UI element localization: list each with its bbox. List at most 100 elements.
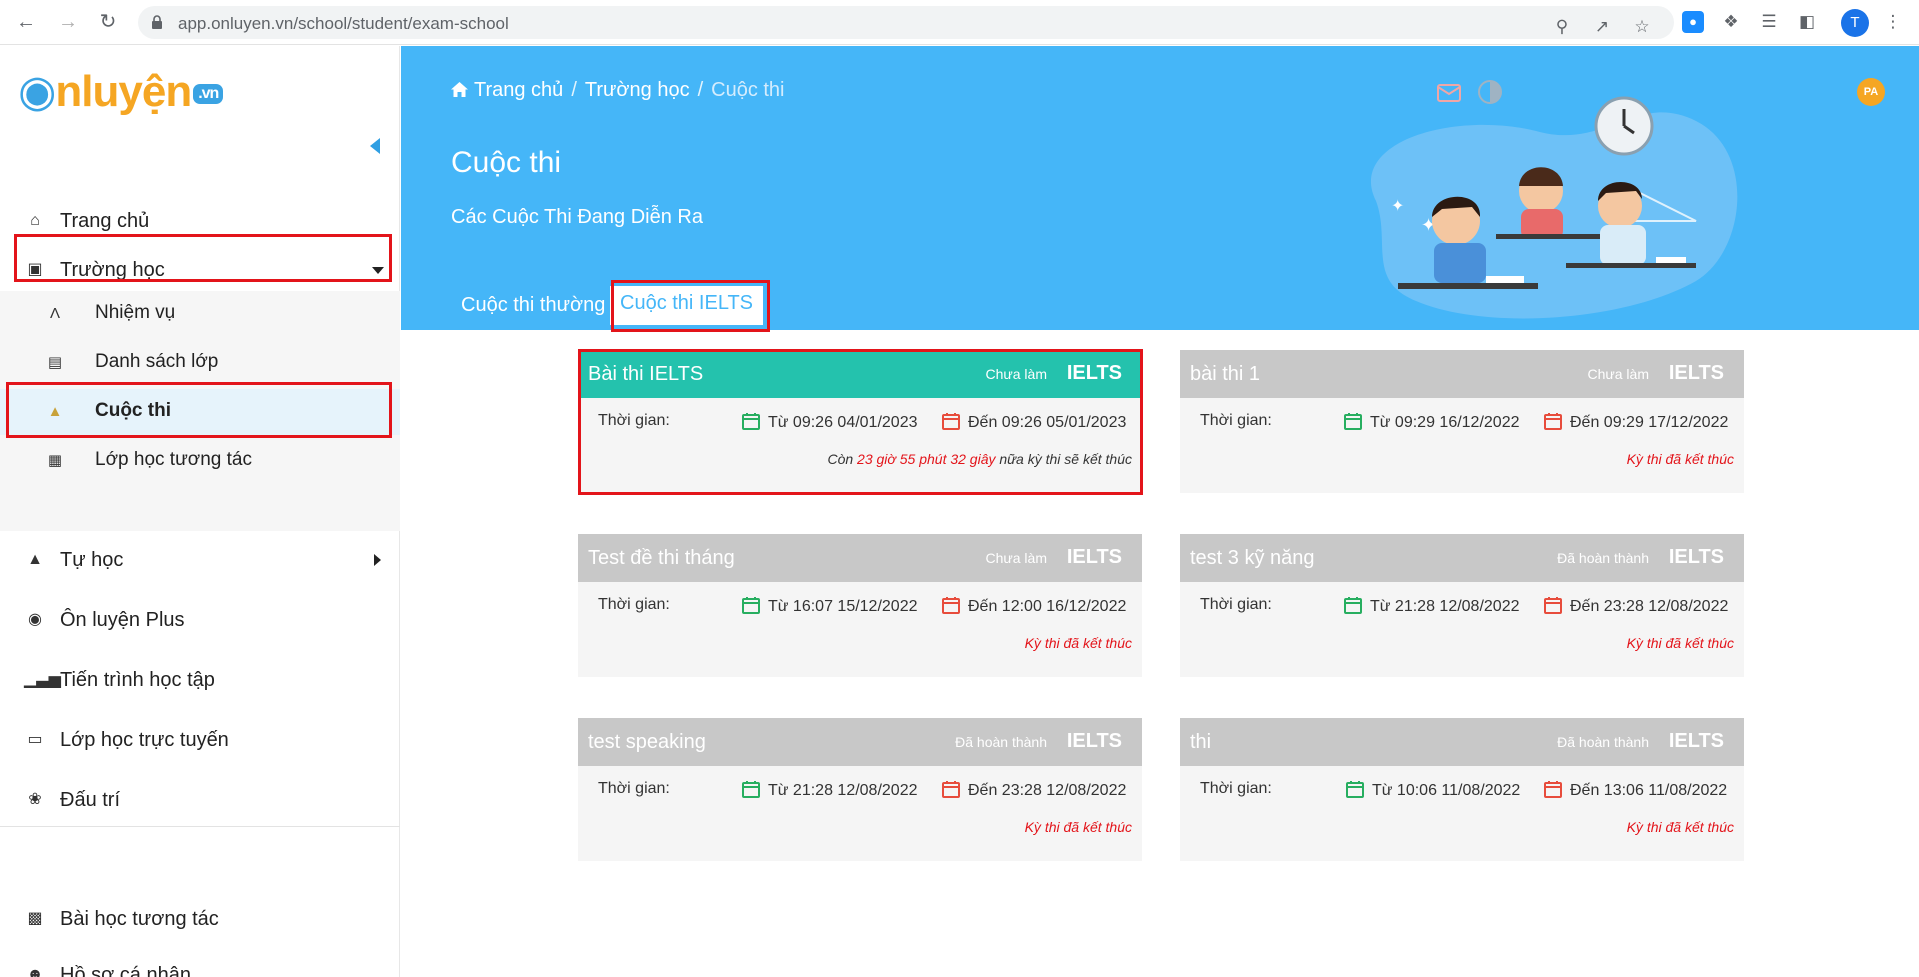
highlight-box [611,280,770,332]
sidebar-item-challenge[interactable]: ❀ Đấu trí [0,777,400,823]
exam-status: Đã hoàn thành [955,734,1047,750]
calendar-start-icon [742,781,760,798]
main-content: Trang chủ / Trường học / Cuộc thi Cuộc thi C… [401,46,1919,977]
exam-end-text: Đến 12:00 16/12/2022 [968,598,1127,615]
sidebar-divider [0,826,400,827]
exam-card-header: Test đề thi tháng Chưa làm IELTS [578,534,1142,582]
graduation-cap-icon: ▲ [27,551,43,568]
sidebar-subitem-label: Danh sách lớp [95,351,219,372]
breadcrumb-school[interactable]: Trường học [585,79,690,101]
time-label: Thời gian: [1200,596,1272,613]
sidebar-subitem-label: Nhiệm vụ [95,302,176,323]
exam-start-time: Từ 09:29 16/12/2022 [1344,412,1520,432]
share-icon[interactable]: ↗ [1592,17,1612,37]
sidebar-item-label: Tiến trình học tập [60,668,215,691]
sidebar: ◉nluyện .vn ⌂ Trang chủ ▣ Trường học Λ Nh… [0,46,400,977]
time-label: Thời gian: [1200,780,1272,797]
monitor-icon: ▭ [27,731,43,748]
breadcrumb-current: Cuộc thi [711,79,785,101]
exam-start-time: Từ 21:28 12/08/2022 [742,780,918,800]
sidebar-item-online-class[interactable]: ▭ Lớp học trực tuyến [0,717,400,763]
reload-icon[interactable]: ↻ [96,10,120,34]
exam-status: Chưa làm [1587,366,1649,382]
exam-title: test speaking [588,731,706,753]
exam-start-time: Từ 21:28 12/08/2022 [1344,596,1520,616]
forward-icon[interactable]: → [56,10,80,34]
extension-drop-icon[interactable]: ● [1682,11,1704,33]
exam-card[interactable]: thi Đã hoàn thành IELTS Thời gian: Từ 10… [1180,718,1744,861]
bookmark-star-icon[interactable]: ☆ [1632,17,1652,37]
sidebar-item-label: Lớp học trực tuyến [60,728,229,751]
exam-type: IELTS [1066,730,1122,752]
exam-start-text: Từ 09:29 16/12/2022 [1370,414,1520,431]
page-title: Cuộc thi [451,146,562,179]
exam-card[interactable]: bài thi 1 Chưa làm IELTS Thời gian: Từ 0… [1180,350,1744,493]
exam-card-header: test 3 kỹ năng Đã hoàn thành IELTS [1180,534,1744,582]
address-bar[interactable]: app.onluyen.vn/school/student/exam-schoo… [138,6,1674,39]
sidebar-item-onluyen-plus[interactable]: ◉ Ôn luyện Plus [0,597,400,643]
sidebar-item-interactive-lessons[interactable]: ▩ Bài học tương tác [0,896,400,942]
exam-card[interactable]: test 3 kỹ năng Đã hoàn thành IELTS Thời … [1180,534,1744,677]
chevron-right-icon [374,554,381,566]
key-icon[interactable]: ⚲ [1552,17,1572,37]
exam-status: Đã hoàn thành [1557,734,1649,750]
exam-type: IELTS [1668,730,1724,752]
exam-card-header: thi Đã hoàn thành IELTS [1180,718,1744,766]
sidebar-subitem-interactive-class[interactable]: ▦ Lớp học tương tác [0,438,400,484]
back-icon[interactable]: ← [14,10,38,34]
exam-end-time: Đến 23:28 12/08/2022 [1544,596,1728,616]
exam-type: IELTS [1668,362,1724,384]
exam-ended-note: Kỳ thi đã kết thúc [1626,819,1734,835]
onluyen-logo[interactable]: ◉nluyện .vn [18,66,224,116]
mail-icon[interactable] [1435,78,1463,106]
exam-end-time: Đến 23:28 12/08/2022 [942,780,1126,800]
time-label: Thời gian: [598,596,670,613]
extensions-puzzle-icon[interactable]: ❖ [1720,11,1742,33]
exam-card[interactable]: test speaking Đã hoàn thành IELTS Thời g… [578,718,1142,861]
theme-toggle-icon[interactable] [1476,78,1504,106]
calendar-start-icon [742,597,760,614]
media-queue-icon[interactable]: ☰ [1758,11,1780,33]
exam-start-text: Từ 16:07 15/12/2022 [768,598,918,615]
chrome-menu-icon[interactable]: ⋮ [1882,11,1904,33]
bug-icon: ❀ [28,791,42,808]
time-label: Thời gian: [1200,412,1272,429]
exam-card[interactable]: Test đề thi tháng Chưa làm IELTS Thời gi… [578,534,1142,677]
sidebar-subitem-label: Lớp học tương tác [95,449,253,470]
exam-status: Đã hoàn thành [1557,550,1649,566]
calendar-start-icon [1344,413,1362,430]
calendar-end-icon [942,781,960,798]
browser-toolbar: ← → ↻ app.onluyen.vn/school/student/exam… [0,0,1919,45]
tab-regular-contest[interactable]: Cuộc thi thường [461,294,605,317]
exam-start-text: Từ 21:28 12/08/2022 [1370,598,1520,615]
compass-icon: Λ [49,305,61,322]
calendar-start-icon [1344,597,1362,614]
exam-start-time: Từ 10:06 11/08/2022 [1346,780,1520,800]
highlight-box [578,349,1143,495]
sidebar-subitem-class-list[interactable]: ▤ Danh sách lớp [0,340,400,386]
calendar-end-icon [1544,781,1562,798]
highlight-box [14,234,392,282]
user-avatar[interactable]: PA [1857,78,1885,106]
calendar-end-icon [942,597,960,614]
exam-card-header: test speaking Đã hoàn thành IELTS [578,718,1142,766]
sidebar-item-profile[interactable]: ☻ Hồ sơ cá nhân [0,952,400,977]
exam-ended-note: Kỳ thi đã kết thúc [1024,635,1132,651]
sidebar-item-label: Bài học tương tác [60,907,219,930]
highlight-box [6,382,392,438]
sidebar-item-self-study[interactable]: ▲ Tự học [0,537,400,583]
lesson-icon: ▩ [27,910,43,927]
breadcrumb-home[interactable]: Trang chủ [474,79,563,101]
sidebar-collapse-icon[interactable] [370,138,380,154]
home-icon: ⌂ [30,212,40,229]
profile-avatar[interactable]: T [1841,9,1869,37]
lock-icon [152,15,162,29]
calendar-end-icon [1544,413,1562,430]
exam-start-text: Từ 10:06 11/08/2022 [1372,782,1521,799]
sidebar-subitem-tasks[interactable]: Λ Nhiệm vụ [0,291,400,337]
sidebar-item-progress[interactable]: ▁▃▅ Tiến trình học tập [0,657,400,703]
exam-end-text: Đến 09:29 17/12/2022 [1570,414,1729,431]
home-icon [451,82,468,97]
user-icon: ☻ [26,966,44,977]
side-panel-icon[interactable]: ◧ [1796,11,1818,33]
